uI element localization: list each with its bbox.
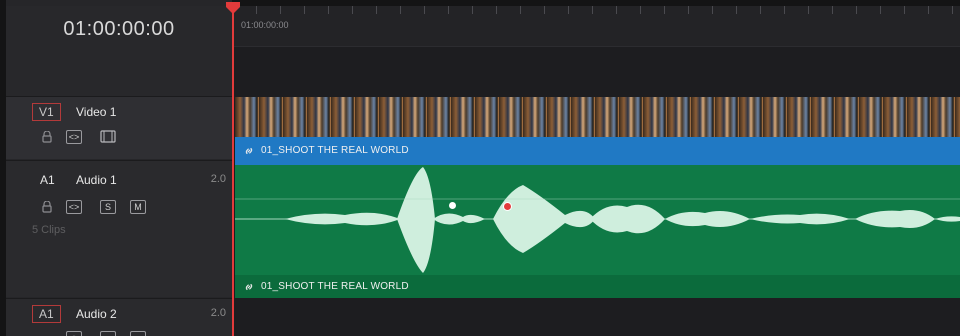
ruler-tick (592, 6, 593, 14)
ruler-tick (400, 6, 401, 14)
video-clip-title: 01_SHOOT THE REAL WORLD (261, 145, 409, 156)
ruler-tick (496, 6, 497, 14)
ruler-tick (736, 6, 737, 14)
ruler-tick (904, 6, 905, 14)
ruler-tick (304, 6, 305, 14)
track-header-audio-2[interactable]: A1 Audio 2 2.0 <> (6, 298, 232, 336)
ruler-tick (832, 6, 833, 14)
audio-clip-title: 01_SHOOT THE REAL WORLD (261, 281, 409, 292)
ruler-tick (544, 6, 545, 14)
film-clip-icon[interactable] (100, 130, 116, 143)
ruler-tick (256, 6, 257, 14)
timecode-display-area: 01:00:00:00 (6, 6, 232, 97)
solo-button[interactable]: S (100, 200, 116, 214)
track-id-a2[interactable]: A1 (32, 305, 61, 323)
ruler-tick (712, 6, 713, 14)
track-volume-audio-2: 2.0 (210, 307, 226, 319)
ruler-tick (328, 6, 329, 14)
audio-waveform (235, 167, 960, 273)
mute-button[interactable]: M (130, 200, 146, 214)
track-name-audio-2[interactable]: Audio 2 (76, 307, 117, 321)
ruler-tick (952, 6, 953, 14)
volume-keyframe[interactable] (449, 202, 456, 209)
ruler-tick (808, 6, 809, 14)
clip-count: 5 Clips (32, 224, 66, 236)
link-icon (245, 147, 253, 155)
ruler-tick (784, 6, 785, 14)
ruler-tick (760, 6, 761, 14)
track-name-video-1[interactable]: Video 1 (76, 105, 116, 119)
video-thumbnail-strip (235, 97, 960, 137)
ruler-tick (472, 6, 473, 14)
audio-clip[interactable]: 01_SHOOT THE REAL WORLD (235, 165, 960, 298)
track-id-a1[interactable]: A1 (40, 173, 55, 187)
track-header-audio-1[interactable]: A1 Audio 1 2.0 <> S M 5 Clips (6, 160, 232, 297)
track-header-panel: 01:00:00:00 V1 Video 1 <> A1 Audio 1 2.0 (6, 0, 232, 336)
playhead-handle[interactable] (225, 2, 241, 14)
auto-select-icon[interactable]: <> (66, 200, 82, 214)
ruler-tick (664, 6, 665, 14)
ruler-tick (880, 6, 881, 14)
ruler-tick (352, 6, 353, 14)
video-clip-title-bar: 01_SHOOT THE REAL WORLD (235, 137, 960, 165)
timeline-area[interactable]: 01:00:00:00 01_SHOOT THE REAL WORLD 01_S… (232, 6, 960, 336)
ruler-tick (376, 6, 377, 14)
lock-icon[interactable] (42, 131, 52, 143)
ruler-tick (280, 6, 281, 14)
video-clip[interactable]: 01_SHOOT THE REAL WORLD (235, 97, 960, 165)
ruler-tick (928, 6, 929, 14)
timeline-ruler[interactable]: 01:00:00:00 (232, 6, 960, 47)
track-header-video-1[interactable]: V1 Video 1 <> (6, 96, 232, 159)
ruler-tick (856, 6, 857, 14)
ruler-tick (616, 6, 617, 14)
solo-button[interactable] (100, 331, 116, 336)
mute-button[interactable] (130, 331, 146, 336)
ruler-tick (448, 6, 449, 14)
track-id-v1[interactable]: V1 (32, 103, 61, 121)
ruler-tick (424, 6, 425, 14)
auto-select-icon[interactable]: <> (66, 130, 82, 144)
timecode-display[interactable]: 01:00:00:00 (6, 18, 232, 41)
ruler-tick (688, 6, 689, 14)
volume-keyframe-selected[interactable] (503, 202, 512, 211)
ruler-timecode-label: 01:00:00:00 (241, 20, 289, 30)
lock-icon[interactable] (42, 201, 52, 213)
ruler-tick (568, 6, 569, 14)
ruler-tick (520, 6, 521, 14)
audio-clip-title-bar: 01_SHOOT THE REAL WORLD (235, 275, 960, 298)
link-icon (245, 283, 253, 291)
ruler-tick (640, 6, 641, 14)
auto-select-icon[interactable]: <> (66, 331, 82, 336)
timeline-editor: 01:00:00:00 V1 Video 1 <> A1 Audio 1 2.0 (0, 0, 960, 336)
playhead-line[interactable] (232, 6, 234, 336)
track-volume-audio-1: 2.0 (210, 173, 226, 185)
track-name-audio-1[interactable]: Audio 1 (76, 173, 117, 187)
